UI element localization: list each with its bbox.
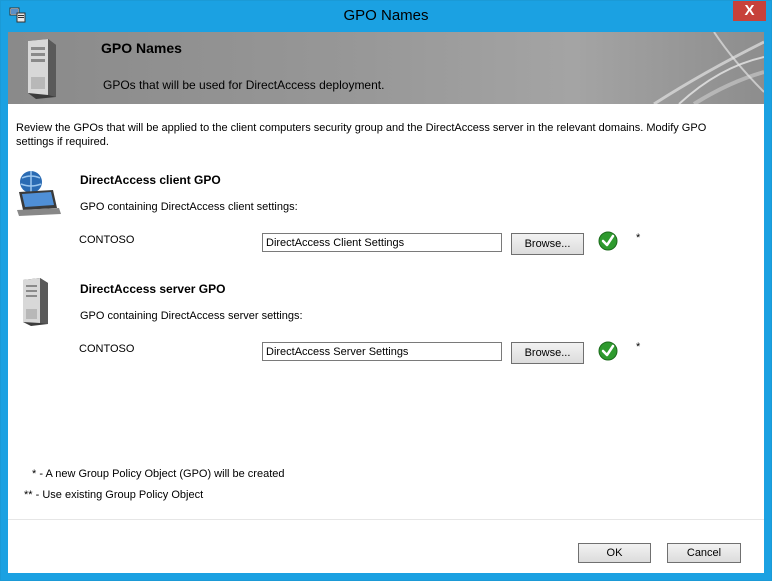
server-gpo-name-input[interactable] xyxy=(262,342,502,361)
decorative-swoosh xyxy=(653,32,764,104)
server-icon xyxy=(28,39,56,99)
gpo-names-dialog: GPO Names X GPO Names GPOs that will be … xyxy=(0,0,772,581)
server-domain-label: CONTOSO xyxy=(79,343,135,355)
laptop-network-icon xyxy=(17,171,61,216)
check-icon xyxy=(598,231,618,251)
dialog-body: GPO Names GPOs that will be used for Dir… xyxy=(8,32,764,573)
page-title: GPO Names xyxy=(101,40,182,56)
server-gpo-title: DirectAccess server GPO xyxy=(80,282,226,296)
server-gpo-description: GPO containing DirectAccess server setti… xyxy=(80,310,303,322)
client-gpo-name-input[interactable] xyxy=(262,233,502,252)
client-gpo-title: DirectAccess client GPO xyxy=(80,173,221,187)
client-new-gpo-marker: * xyxy=(636,232,641,244)
ok-button[interactable]: OK xyxy=(578,543,651,563)
header-banner: GPO Names GPOs that will be used for Dir… xyxy=(8,32,764,104)
client-browse-button[interactable]: Browse... xyxy=(511,233,584,255)
intro-text: Review the GPOs that will be applied to … xyxy=(16,122,707,148)
legend-existing-gpo: ** - Use existing Group Policy Object xyxy=(24,489,204,501)
check-icon xyxy=(598,341,618,361)
close-button[interactable]: X xyxy=(733,1,766,21)
client-gpo-description: GPO containing DirectAccess client setti… xyxy=(80,201,298,213)
server-browse-button[interactable]: Browse... xyxy=(511,342,584,364)
server-icon xyxy=(23,278,48,326)
page-subtitle: GPOs that will be used for DirectAccess … xyxy=(103,78,385,92)
cancel-button[interactable]: Cancel xyxy=(667,543,741,563)
client-domain-label: CONTOSO xyxy=(79,234,135,246)
legend-new-gpo: * - A new Group Policy Object (GPO) will… xyxy=(32,468,285,480)
server-new-gpo-marker: * xyxy=(636,341,641,353)
window-title: GPO Names xyxy=(343,7,429,24)
footer-divider xyxy=(8,519,764,520)
title-bar[interactable]: GPO Names X xyxy=(1,1,771,31)
